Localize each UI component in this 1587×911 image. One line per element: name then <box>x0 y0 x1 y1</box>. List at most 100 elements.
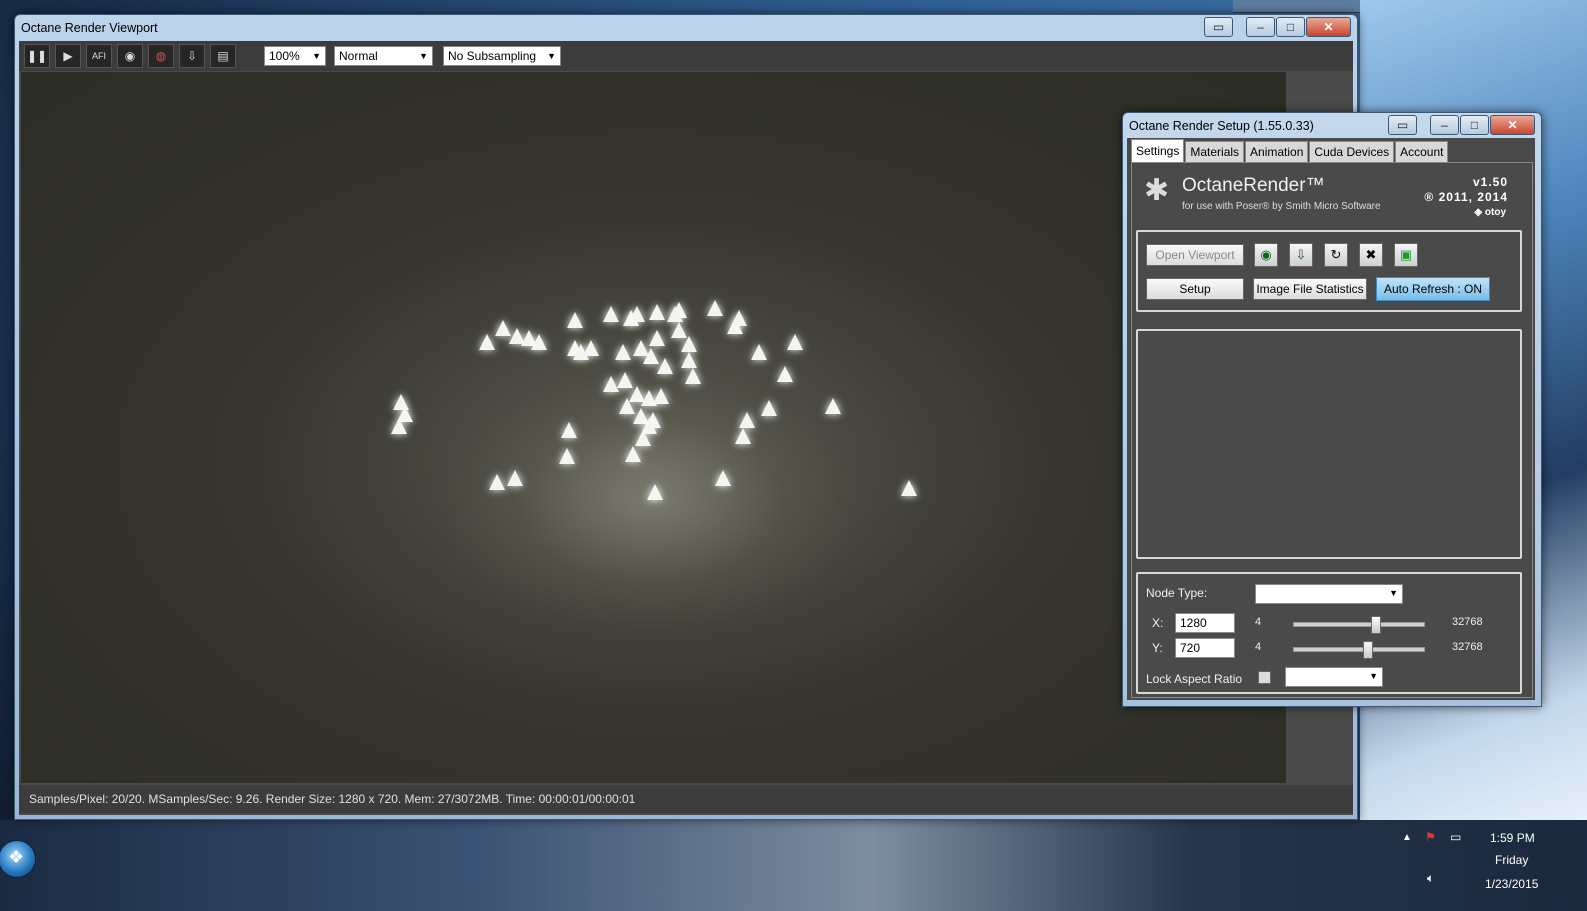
export-icon[interactable]: ⇩ <box>1289 243 1313 267</box>
viewport-minimize-button[interactable]: – <box>1246 17 1275 37</box>
refresh-icon[interactable]: ↻ <box>1324 243 1348 267</box>
y-slider-thumb[interactable] <box>1363 641 1374 659</box>
setup-snap-button[interactable]: ▭ <box>1388 115 1417 135</box>
glowing-cone <box>391 418 407 434</box>
open-viewport-button[interactable]: Open Viewport <box>1146 244 1244 266</box>
glowing-cone <box>531 334 547 350</box>
tab-settings[interactable]: Settings <box>1131 139 1185 163</box>
setup-button[interactable]: Setup <box>1146 278 1244 300</box>
chevron-down-icon: ▼ <box>419 51 428 61</box>
lock-aspect-ratio-label: Lock Aspect Ratio <box>1146 672 1243 686</box>
setup-minimize-button[interactable]: – <box>1430 115 1459 135</box>
y-slider-track[interactable] <box>1293 647 1425 652</box>
play-icon[interactable]: ▶ <box>55 44 81 68</box>
y-min-label: 4 <box>1255 641 1262 653</box>
y-label: Y: <box>1152 641 1163 655</box>
render-glow <box>441 372 861 632</box>
glowing-cone <box>825 398 841 414</box>
clock-day[interactable]: Friday <box>1495 853 1528 867</box>
monitor-icon[interactable]: ▣ <box>1394 243 1418 267</box>
setup-tabs: Settings Materials Animation Cuda Device… <box>1131 139 1449 163</box>
eye-icon[interactable]: ◉ <box>1254 243 1278 267</box>
glowing-cone <box>787 334 803 350</box>
zoom-select-value: 100% <box>269 49 300 63</box>
glowing-cone <box>625 446 641 462</box>
otoy-text: otoy <box>1484 207 1506 218</box>
glowing-cone <box>489 474 505 490</box>
tray-expand-icon[interactable]: ▲ <box>1402 832 1412 843</box>
glowing-cone <box>657 358 673 374</box>
auto-refresh-button[interactable]: Auto Refresh : ON <box>1376 277 1490 301</box>
viewport-close-button[interactable]: ✕ <box>1306 17 1351 37</box>
glowing-cone <box>615 344 631 360</box>
mode-select-value: Normal <box>339 49 378 63</box>
camera-icon[interactable]: ◉ <box>117 44 143 68</box>
windows-logo-icon: ❖ <box>8 847 25 867</box>
color-icon[interactable]: ◍ <box>148 44 174 68</box>
action-center-icon[interactable]: ⚑ <box>1425 830 1436 844</box>
reset-icon[interactable]: ✖ <box>1359 243 1383 267</box>
x-slider-track[interactable] <box>1293 622 1425 627</box>
glowing-cone <box>751 344 767 360</box>
afi-icon[interactable]: AFI <box>86 44 112 68</box>
viewport-maximize-button[interactable]: □ <box>1276 17 1305 37</box>
glowing-cone <box>901 480 917 496</box>
setup-window: Octane Render Setup (1.55.0.33) ▭ – □ ✕ … <box>1122 112 1542 707</box>
y-resolution-input[interactable]: 720 <box>1175 638 1235 658</box>
viewport-window-title: Octane Render Viewport <box>21 21 158 35</box>
node-type-dropdown[interactable]: ▼ <box>1255 584 1403 604</box>
x-resolution-input[interactable]: 1280 <box>1175 613 1235 633</box>
pause-icon[interactable]: ❚❚ <box>24 44 50 68</box>
brand-name: OctaneRender™ <box>1182 175 1325 196</box>
glowing-cone <box>567 312 583 328</box>
calculator-icon[interactable]: ▤ <box>210 44 236 68</box>
glowing-cone <box>507 470 523 486</box>
octane-brand-header: ✱ OctaneRender™ for use with Poser® by S… <box>1136 167 1528 227</box>
tab-materials[interactable]: Materials <box>1185 141 1245 163</box>
chevron-down-icon: ▼ <box>547 51 556 61</box>
clock-date[interactable]: 1/23/2015 <box>1485 877 1538 891</box>
render-status-bar: Samples/Pixel: 20/20. MSamples/Sec: 9.26… <box>19 785 1353 813</box>
glowing-cone <box>685 368 701 384</box>
glowing-cone <box>559 448 575 464</box>
glowing-cone <box>603 376 619 392</box>
aspect-preset-dropdown[interactable]: ▼ <box>1285 667 1383 687</box>
glowing-cone <box>647 484 663 500</box>
brand-copyright: ® 2011, 2014 <box>1424 190 1508 204</box>
viewport-toolbar: ❚❚ ▶ AFI ◉ ◍ ⇩ ▤ 100% ▼ Normal ▼ No Subs… <box>19 41 1353 71</box>
setup-close-button[interactable]: ✕ <box>1490 115 1535 135</box>
volume-icon[interactable]: 🔈︎ <box>1427 871 1434 886</box>
glowing-cone <box>731 310 747 326</box>
lock-aspect-ratio-checkbox[interactable] <box>1258 671 1271 684</box>
setup-window-title: Octane Render Setup (1.55.0.33) <box>1129 119 1314 133</box>
brand-version: v1.50 <box>1472 175 1508 189</box>
setup-content: Settings Materials Animation Cuda Device… <box>1127 138 1535 700</box>
glowing-cone <box>735 428 751 444</box>
setup-maximize-button[interactable]: □ <box>1460 115 1489 135</box>
x-label: X: <box>1152 616 1164 630</box>
viewport-snap-button[interactable]: ▭ <box>1204 17 1233 37</box>
clock-time[interactable]: 1:59 PM <box>1490 831 1535 845</box>
glowing-cone <box>561 422 577 438</box>
mode-select[interactable]: Normal ▼ <box>334 46 433 66</box>
network-icon[interactable]: ▭ <box>1450 830 1461 844</box>
x-slider-thumb[interactable] <box>1370 616 1381 634</box>
tab-animation[interactable]: Animation <box>1245 141 1309 163</box>
tab-cuda-devices[interactable]: Cuda Devices <box>1309 141 1395 163</box>
glowing-cone <box>707 300 723 316</box>
viewport-window-controls: ▭ – □ ✕ <box>1203 17 1351 37</box>
subsampling-select[interactable]: No Subsampling ▼ <box>443 46 561 66</box>
glowing-cone <box>777 366 793 382</box>
glowing-cone <box>761 400 777 416</box>
render-canvas[interactable] <box>21 72 1286 783</box>
settings-panel: ✱ OctaneRender™ for use with Poser® by S… <box>1131 162 1533 698</box>
chevron-down-icon: ▼ <box>1369 671 1378 681</box>
glowing-cone <box>667 306 683 322</box>
tab-account[interactable]: Account <box>1395 141 1449 163</box>
preview-group <box>1136 329 1522 559</box>
export-icon[interactable]: ⇩ <box>179 44 205 68</box>
octane-logo-icon: ✱ <box>1144 174 1170 207</box>
glowing-cone <box>583 340 599 356</box>
zoom-select[interactable]: 100% ▼ <box>264 46 326 66</box>
image-file-statistics-button[interactable]: Image File Statistics <box>1253 278 1367 300</box>
